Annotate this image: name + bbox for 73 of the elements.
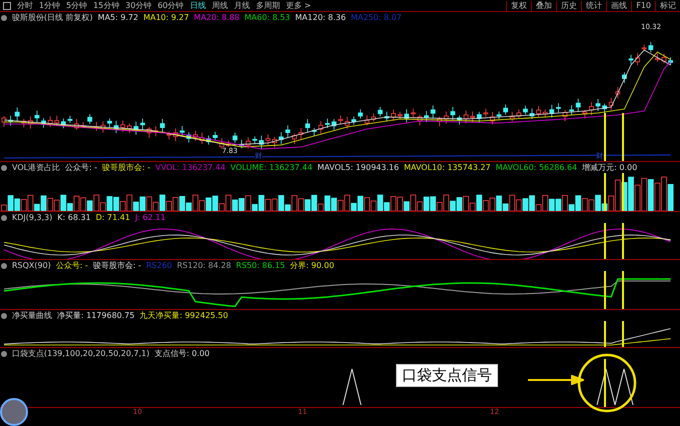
marker-line — [604, 113, 606, 161]
marker-line — [604, 359, 606, 407]
indicator-value: MAVOL60: 56286.64 — [496, 163, 578, 172]
indicator-value: RS50: 86.15 — [236, 261, 286, 270]
signal-peak-line — [342, 368, 362, 406]
indicator-value: RS260 — [146, 261, 172, 270]
settings-icon[interactable] — [1, 350, 7, 356]
indicator-value: VVOL: 136237.44 — [155, 163, 226, 172]
period-tab[interactable]: 30分钟 — [122, 0, 155, 10]
indicator-value: 九天净买量: 992425.50 — [140, 310, 228, 321]
toolbar-button[interactable]: F10 — [631, 0, 655, 10]
toolbar-button[interactable]: 复权 — [506, 0, 532, 10]
toolbar-button[interactable]: 历史 — [556, 0, 582, 10]
marker-line — [604, 321, 606, 347]
indicator-value: 公众号: - — [56, 260, 88, 271]
settings-icon[interactable] — [1, 262, 7, 268]
indicator-value: MAVOL5: 190943.16 — [317, 163, 399, 172]
period-tab[interactable]: 月线 — [230, 0, 253, 10]
indicator-value: 分界: 90.00 — [290, 260, 334, 271]
indicator-value: MA60: 8.53 — [244, 13, 290, 22]
highlight-circle — [577, 353, 637, 413]
indicator-title: RSQX(90) — [12, 261, 51, 270]
settings-icon[interactable] — [1, 312, 7, 318]
marker-line — [604, 173, 606, 211]
indicator-title: 净买量曲线 — [12, 310, 52, 321]
marker-line — [622, 223, 624, 259]
indicator-value: 公众号: - — [65, 162, 98, 173]
period-tab[interactable]: 1分钟 — [36, 0, 64, 10]
arrow-icon — [528, 375, 584, 385]
indicator-value: RS120: 84.28 — [177, 261, 232, 270]
indicator-value: VOLUME: 136237.44 — [230, 163, 312, 172]
settings-icon[interactable] — [1, 214, 7, 220]
marker-line — [622, 321, 624, 347]
indicator-value: 增减万元: 0.00 — [582, 162, 638, 173]
toolbar-button[interactable]: 画线 — [606, 0, 632, 10]
indicator-title: 骏斯股份(日线 前复权) — [12, 12, 93, 23]
marker-line — [622, 113, 624, 161]
toolbar-button[interactable]: 叠加 — [531, 0, 556, 10]
marker-line — [622, 173, 624, 211]
indicator-value: MA10: 9.27 — [143, 13, 189, 22]
indicator-value: 骏哥股市会: - — [102, 162, 150, 173]
period-tab[interactable]: 5分钟 — [63, 0, 90, 10]
settings-icon[interactable] — [1, 14, 7, 20]
annotation-label: 口袋支点信号 — [396, 364, 498, 387]
indicator-title: VOL港资占比 — [12, 162, 60, 173]
indicator-title: 口袋支点(139,100,20,20,50,20,7,1) — [12, 348, 150, 359]
period-tab[interactable]: 多周期 — [252, 0, 283, 10]
indicator-value: J: 62.11 — [135, 213, 166, 222]
signal-peak-line — [596, 368, 634, 406]
marker-line — [622, 271, 624, 309]
period-tab[interactable]: 周线 — [208, 0, 231, 10]
indicator-value: MA250: 8.07 — [350, 13, 402, 22]
period-tab[interactable]: 日线 — [186, 0, 209, 10]
indicator-value: D: 71.41 — [96, 213, 130, 222]
toolbar-button[interactable]: 标记 — [655, 0, 680, 10]
period-tab[interactable]: 分时 — [14, 0, 36, 10]
indicator-value: MA120: 8.36 — [295, 13, 346, 22]
toolbar-button[interactable]: 统计 — [581, 0, 606, 10]
indicator-value: 骏哥股市会: - — [92, 260, 142, 271]
indicator-title: KDJ(9,3,3) — [12, 213, 52, 222]
indicator-value: MA20: 8.88 — [194, 13, 240, 22]
period-tab[interactable]: 更多 > — [282, 0, 314, 10]
indicator-value: 净买量: 1179680.75 — [57, 310, 135, 321]
indicator-value: MAVOL10: 135743.27 — [404, 163, 491, 172]
avatar-placeholder — [0, 398, 28, 426]
marker-line — [604, 271, 606, 309]
marker-line — [604, 223, 606, 259]
indicator-value: 支点信号: 0.00 — [154, 348, 210, 359]
period-tab[interactable]: 60分钟 — [154, 0, 187, 10]
period-tab[interactable]: 15分钟 — [90, 0, 122, 10]
settings-icon[interactable] — [1, 164, 7, 170]
indicator-value: K: 68.31 — [57, 213, 91, 222]
indicator-value: MA5: 9.72 — [98, 13, 138, 22]
